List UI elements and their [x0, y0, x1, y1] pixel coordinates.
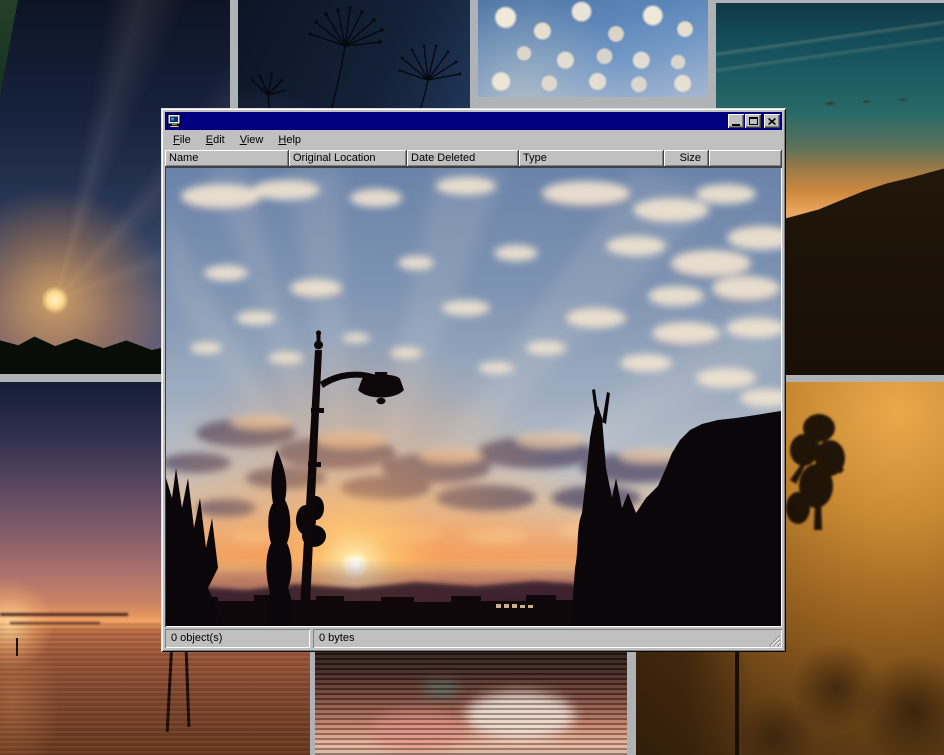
file-list-area[interactable]: [165, 167, 782, 627]
minimize-button[interactable]: [728, 114, 744, 128]
menu-file[interactable]: File: [166, 131, 199, 150]
window-titlebar[interactable]: [165, 112, 782, 130]
status-object-count: 0 object(s): [165, 629, 310, 648]
water-pole: [16, 638, 18, 656]
wallpaper-photo-blue-sky-clouds: [478, 0, 708, 97]
close-icon: [768, 118, 776, 125]
column-header-date-deleted[interactable]: Date Deleted: [407, 150, 519, 167]
recycle-bin-window: File Edit View Help Name Original Locati…: [161, 108, 786, 652]
computer-icon[interactable]: [167, 114, 182, 128]
resize-grip[interactable]: [768, 634, 781, 647]
minimize-icon: [732, 124, 740, 126]
menu-bar: File Edit View Help: [165, 130, 782, 150]
menu-view[interactable]: View: [233, 131, 272, 150]
status-bytes-label: 0 bytes: [319, 632, 354, 644]
maximize-icon: [749, 117, 758, 125]
water-pole: [185, 647, 191, 727]
water-pole: [166, 644, 174, 732]
desktop: { "desktop": { "wallpaper_tiles": [ "sun…: [0, 0, 944, 755]
sunset-photo: [166, 168, 781, 626]
column-header-type[interactable]: Type: [519, 150, 664, 167]
reflection-highlight: [370, 712, 465, 752]
column-header-original-location[interactable]: Original Location: [289, 150, 407, 167]
cloud-streak: [10, 622, 100, 624]
tree-silhouette: [774, 400, 864, 530]
reflection-highlight: [423, 680, 459, 698]
maximize-button[interactable]: [745, 114, 761, 128]
column-header-row: Name Original Location Date Deleted Type…: [165, 150, 782, 167]
menu-help[interactable]: Help: [271, 131, 309, 150]
column-header-filler: [709, 150, 782, 167]
menu-edit[interactable]: Edit: [199, 131, 233, 150]
status-bytes: 0 bytes: [313, 629, 782, 648]
cloud-streak: [0, 613, 128, 616]
reflection-highlight: [465, 692, 575, 740]
column-header-name[interactable]: Name: [165, 150, 289, 167]
column-header-size[interactable]: Size: [664, 150, 709, 167]
close-button[interactable]: [764, 114, 780, 128]
status-bar: 0 object(s) 0 bytes: [165, 629, 782, 648]
